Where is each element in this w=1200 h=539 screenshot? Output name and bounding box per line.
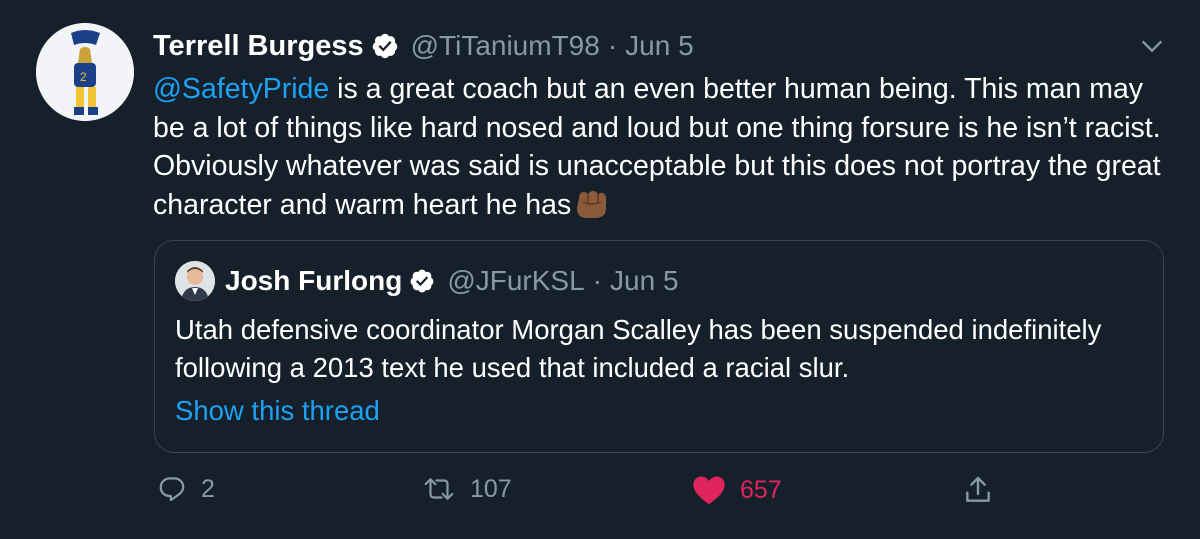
author-handle[interactable]: @TiTaniumT98 [411, 30, 600, 62]
tweet-actions: 2 107 657 [0, 474, 1200, 514]
share-button[interactable] [962, 474, 994, 506]
quoted-tweet-header: Josh Furlong @JFurKSL · Jun 5 [225, 261, 679, 301]
quoted-author-avatar[interactable] [175, 261, 215, 301]
meta-separator: · [592, 265, 603, 296]
tweet-header: Terrell Burgess @TiTaniumT98 · Jun 5 [153, 26, 694, 66]
tweet-text: @SafetyPride is a great coach but an eve… [153, 70, 1173, 224]
tweet-date[interactable]: Jun 5 [625, 30, 694, 62]
raised-fist-emoji-icon [577, 190, 607, 218]
avatar-image: 2 [36, 23, 134, 121]
quoted-tweet[interactable]: Josh Furlong @JFurKSL · Jun 5 Utah defen… [154, 240, 1164, 453]
author-avatar[interactable]: 2 [36, 23, 134, 121]
tweet[interactable]: 2 Terrell Burgess @TiTaniumT98 · Jun 5 @… [0, 0, 1200, 539]
quoted-author-name[interactable]: Josh Furlong [225, 265, 402, 297]
reply-button[interactable]: 2 [157, 474, 215, 504]
quoted-author-handle[interactable]: @JFurKSL [447, 265, 584, 297]
share-icon [966, 476, 990, 502]
verified-badge-icon [372, 33, 397, 59]
verified-badge-icon [410, 269, 434, 293]
reply-icon [159, 477, 185, 502]
author-name[interactable]: Terrell Burgess [153, 30, 364, 63]
chevron-down-icon[interactable] [1138, 32, 1166, 60]
retweet-icon [424, 478, 454, 500]
quoted-tweet-date[interactable]: Jun 5 [610, 265, 679, 297]
reply-count: 2 [201, 474, 215, 503]
like-button[interactable]: 657 [692, 474, 782, 506]
quoted-avatar-image [175, 261, 215, 301]
like-count: 657 [740, 475, 782, 504]
show-thread-link[interactable]: Show this thread [175, 395, 380, 427]
heart-icon [693, 476, 725, 505]
svg-text:2: 2 [80, 70, 87, 84]
meta-separator: · [607, 30, 618, 61]
retweet-count: 107 [470, 474, 512, 503]
quoted-tweet-text: Utah defensive coordinator Morgan Scalle… [175, 314, 1102, 383]
retweet-button[interactable]: 107 [422, 474, 512, 504]
mention-link[interactable]: @SafetyPride [153, 73, 329, 105]
